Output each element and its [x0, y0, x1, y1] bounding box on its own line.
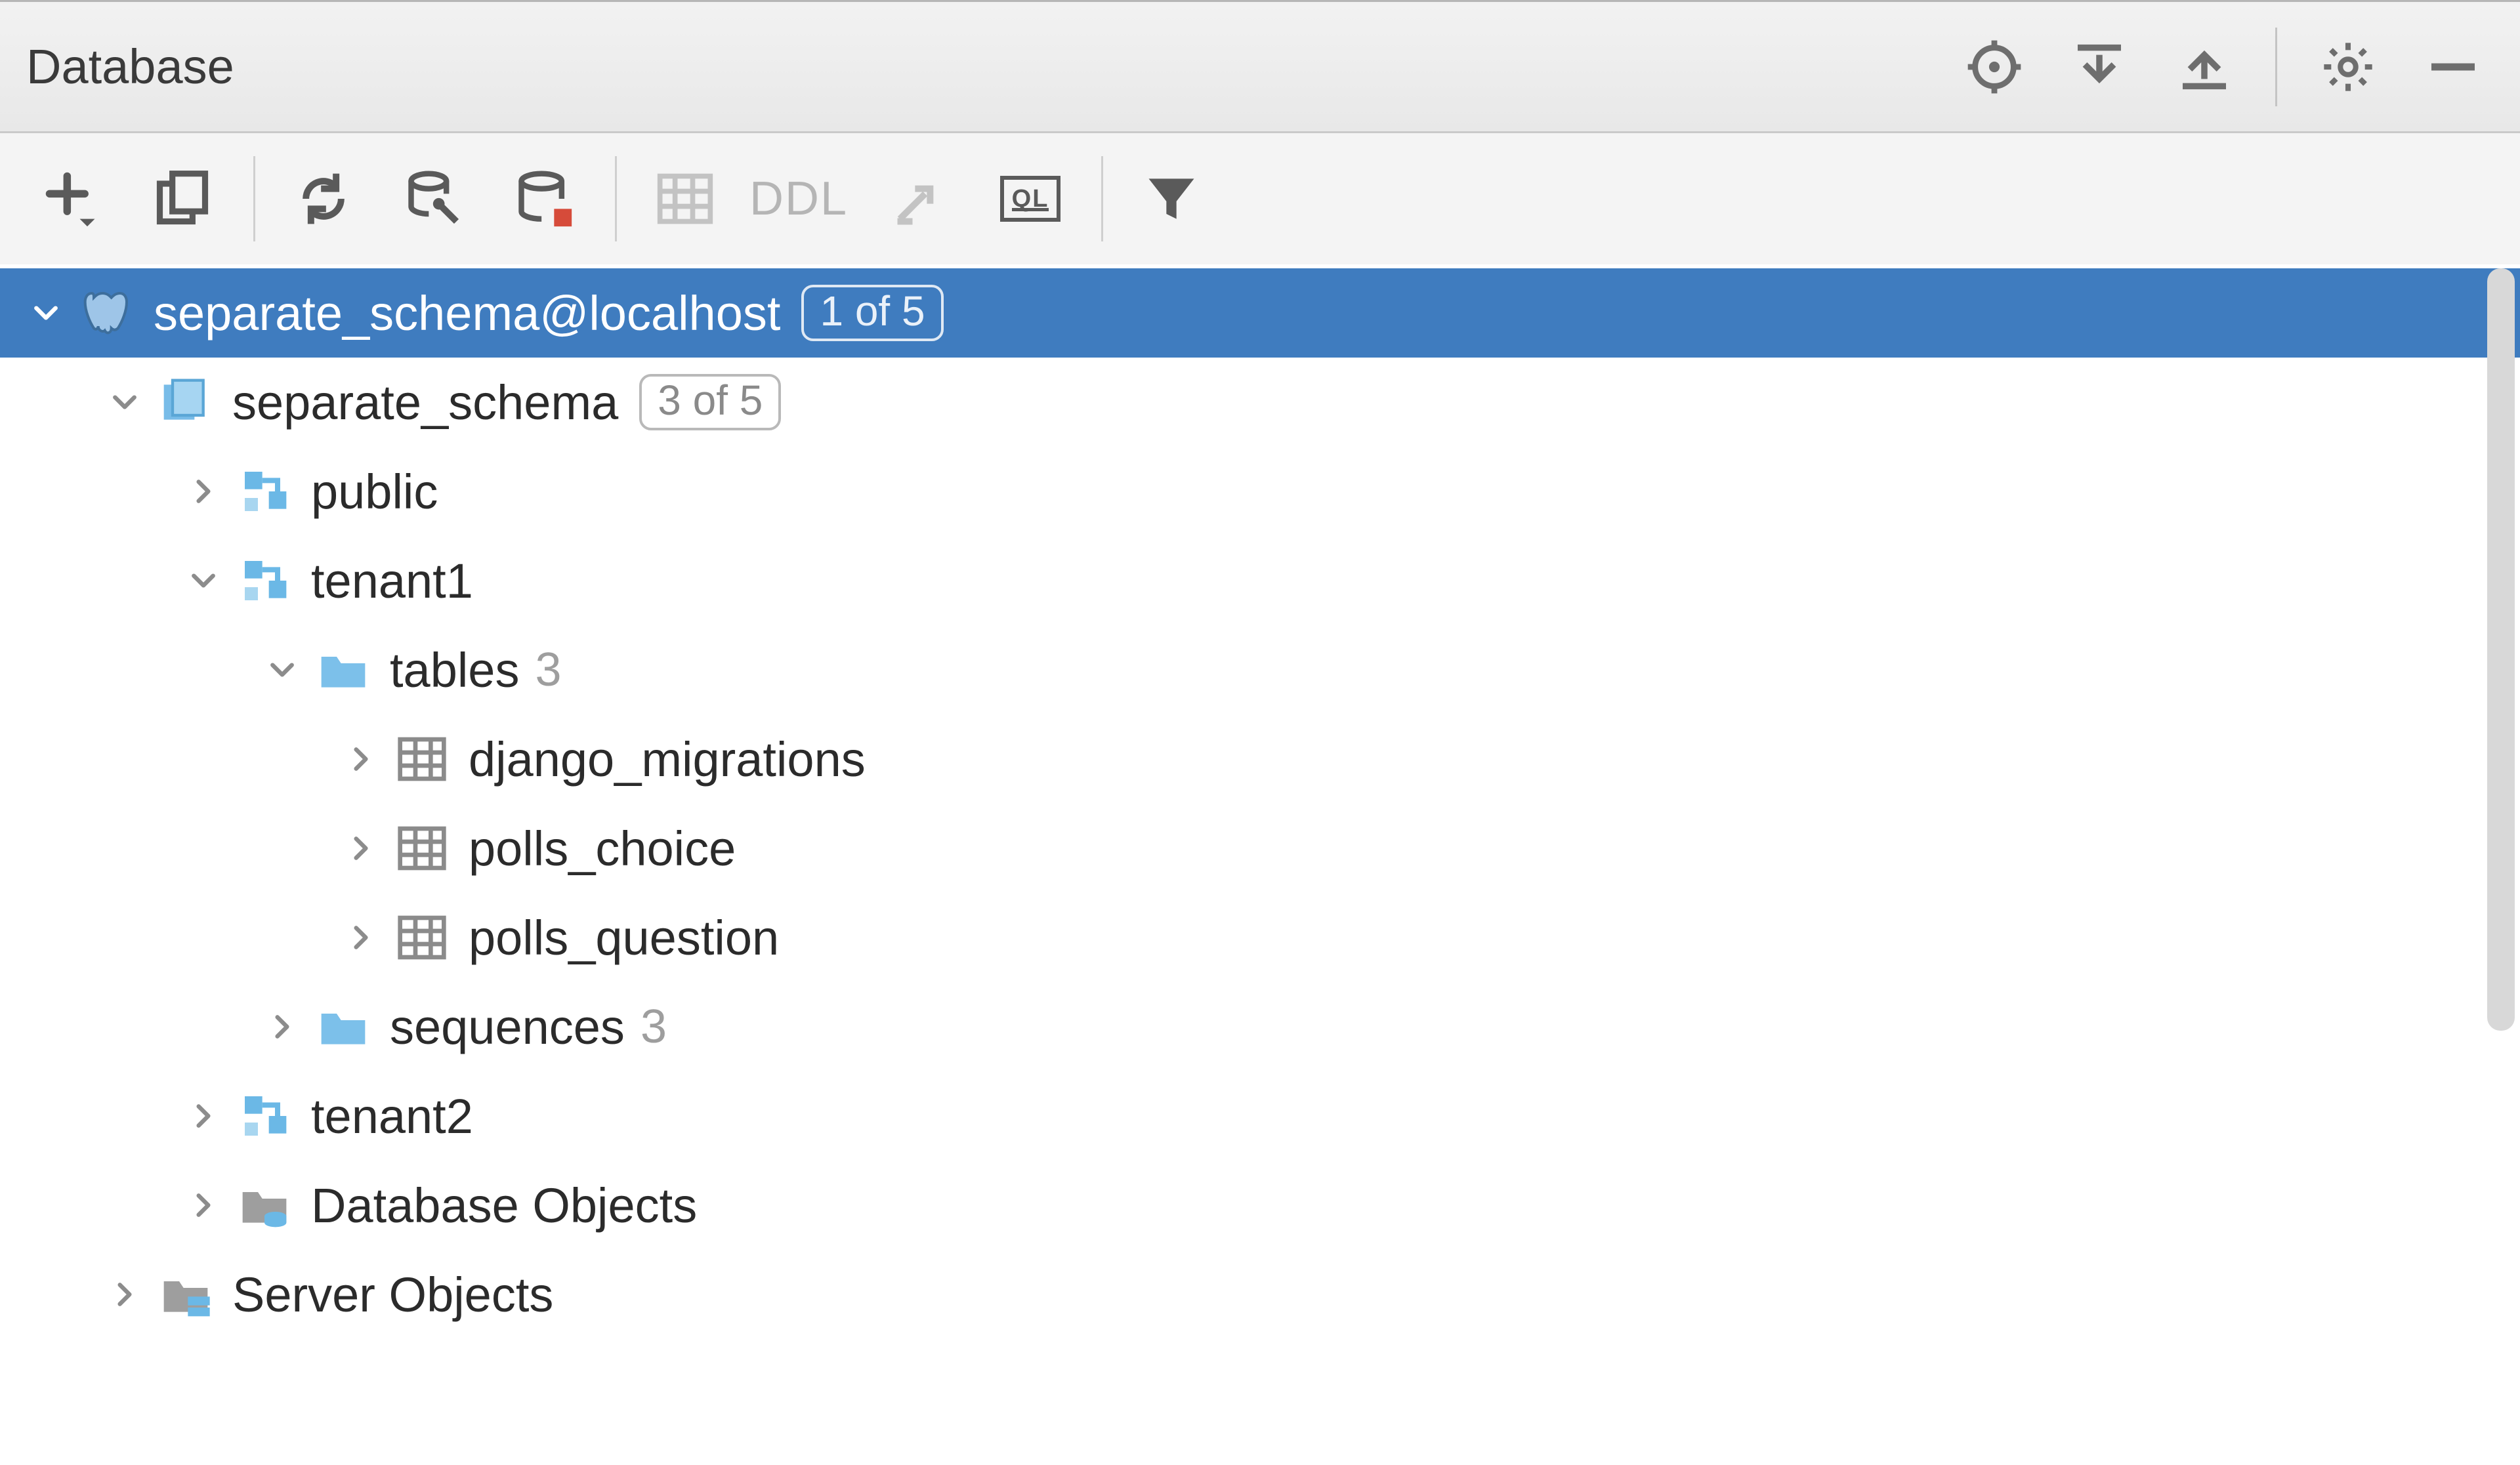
schema-node-tenant2[interactable]: tenant2 [0, 1071, 2520, 1161]
database-node[interactable]: separate_schema 3 of 5 [0, 358, 2520, 447]
schema-node-public[interactable]: public [0, 447, 2520, 536]
database-toolbar: DDL QL [0, 133, 2520, 264]
new-button[interactable] [26, 153, 118, 245]
node-label: Server Objects [232, 1267, 553, 1323]
hide-icon[interactable] [2407, 21, 2499, 113]
table-icon [392, 908, 452, 967]
scrollbar-thumb[interactable] [2487, 268, 2515, 1031]
data-source-properties-button[interactable] [388, 153, 480, 245]
node-label: Database Objects [311, 1178, 697, 1233]
server-objects-node[interactable]: Server Objects [0, 1250, 2520, 1339]
toolbar-separator [1101, 156, 1103, 241]
chevron-down-icon[interactable] [105, 382, 144, 422]
chevron-right-icon[interactable] [341, 829, 381, 868]
panel-header: Database [0, 2, 2520, 133]
schema-label: tenant1 [311, 553, 473, 609]
chevron-right-icon[interactable] [184, 1096, 223, 1136]
chevron-down-icon[interactable] [262, 650, 302, 690]
chevron-right-icon[interactable] [341, 918, 381, 957]
schema-label: tenant2 [311, 1088, 473, 1144]
chevron-down-icon[interactable] [26, 293, 66, 333]
toolbar-separator [615, 156, 617, 241]
table-node[interactable]: polls_choice [0, 804, 2520, 893]
tables-folder-node[interactable]: tables 3 [0, 625, 2520, 714]
folder-server-icon [156, 1265, 215, 1324]
chevron-right-icon[interactable] [105, 1275, 144, 1314]
schema-label: public [311, 464, 438, 520]
navigate-button[interactable] [874, 153, 966, 245]
database-label: separate_schema [232, 375, 618, 430]
schema-node-tenant1[interactable]: tenant1 [0, 536, 2520, 625]
folder-icon [314, 997, 373, 1056]
table-label: polls_choice [469, 821, 736, 877]
folder-icon [314, 640, 373, 699]
schema-icon [235, 462, 294, 521]
database-icon [156, 373, 215, 432]
database-objects-node[interactable]: Database Objects [0, 1161, 2520, 1250]
filter-button[interactable] [1125, 153, 1217, 245]
header-separator [2275, 28, 2277, 106]
deactivate-button[interactable] [498, 153, 590, 245]
chevron-right-icon[interactable] [184, 1186, 223, 1225]
vertical-scrollbar[interactable] [2487, 268, 2515, 1460]
datasource-label: separate_schema@localhost [154, 285, 780, 341]
table-icon [392, 819, 452, 878]
table-icon [392, 730, 452, 789]
table-label: django_migrations [469, 732, 866, 787]
schema-icon [235, 1086, 294, 1145]
table-node[interactable]: django_migrations [0, 714, 2520, 804]
chevron-down-icon[interactable] [184, 561, 223, 600]
expand-all-icon[interactable] [2053, 21, 2145, 113]
chevron-right-icon[interactable] [262, 1007, 302, 1046]
table-editor-button[interactable] [639, 153, 731, 245]
refresh-button[interactable] [278, 153, 369, 245]
datasource-node[interactable]: separate_schema@localhost 1 of 5 [0, 268, 2520, 358]
sequences-folder-node[interactable]: sequences 3 [0, 982, 2520, 1071]
database-tree: separate_schema@localhost 1 of 5 separat… [0, 264, 2520, 1465]
settings-icon[interactable] [2302, 21, 2394, 113]
query-console-button[interactable]: QL [984, 153, 1076, 245]
datasource-count-badge: 1 of 5 [801, 285, 943, 341]
panel-title: Database [26, 39, 234, 94]
database-count-badge: 3 of 5 [639, 374, 781, 430]
folder-count: 3 [535, 643, 561, 697]
folder-label: tables [390, 642, 519, 698]
database-tool-window: Database DDL QL separate_schema@localhos… [0, 0, 2520, 1465]
duplicate-button[interactable] [136, 153, 228, 245]
toolbar-separator [253, 156, 255, 241]
collapse-all-icon[interactable] [2158, 21, 2250, 113]
table-label: polls_question [469, 910, 779, 966]
chevron-right-icon[interactable] [341, 739, 381, 779]
folder-db-icon [235, 1176, 294, 1235]
scroll-from-source-icon[interactable] [1948, 21, 2040, 113]
folder-label: sequences [390, 999, 625, 1055]
folder-count: 3 [640, 1000, 667, 1054]
chevron-right-icon[interactable] [184, 472, 223, 511]
table-node[interactable]: polls_question [0, 893, 2520, 982]
ddl-button[interactable]: DDL [749, 172, 848, 226]
schema-icon [235, 551, 294, 610]
postgres-icon [77, 283, 136, 342]
